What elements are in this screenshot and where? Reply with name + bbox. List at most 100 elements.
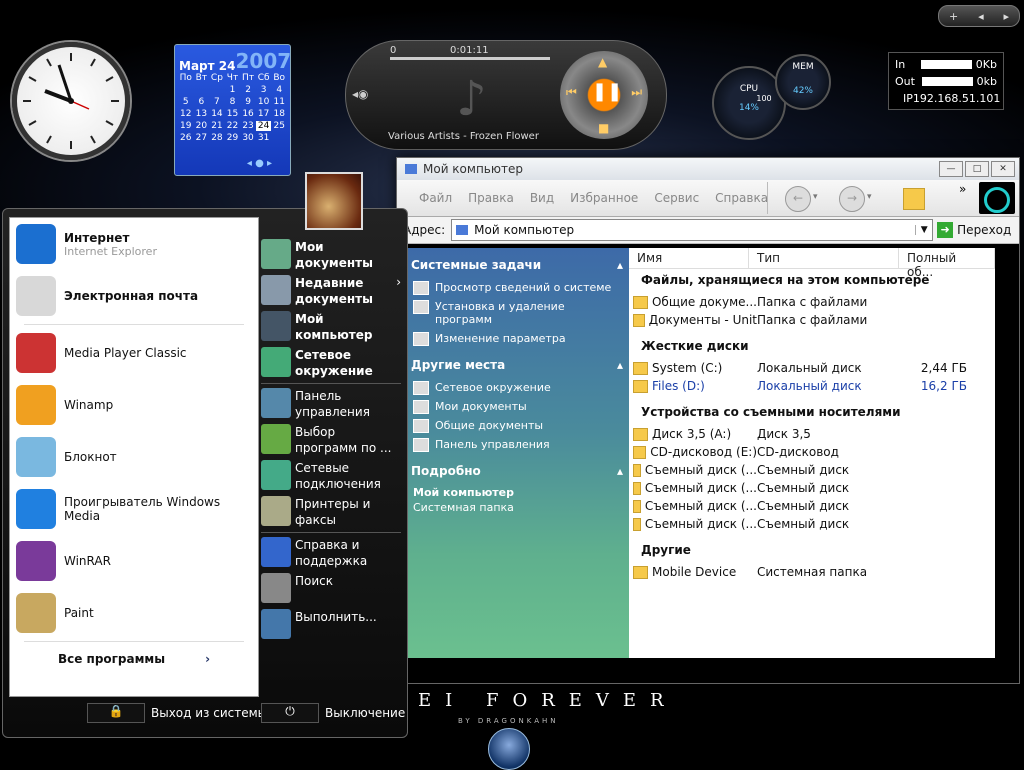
eject-button[interactable]: ▲ [598,55,607,69]
calendar-day-cell[interactable]: 25 [271,121,287,131]
calendar-day-cell[interactable]: 22 [225,121,241,131]
add-gadget-button[interactable]: + [949,10,958,23]
table-row[interactable]: Mobile Device Системная папка [629,563,995,581]
shutdown-button[interactable]: ⏻ Выключение [261,703,405,723]
prev-gadget-button[interactable]: ◂ [978,10,984,23]
table-row[interactable]: Документы - Unit Папка с файлами [629,311,995,329]
table-row[interactable]: System (C:) Локальный диск 2,44 ГБ [629,359,995,377]
pinned-program[interactable]: Интернет Internet Explorer [10,218,258,270]
table-row[interactable]: Files (D:) Локальный диск 16,2 ГБ [629,377,995,395]
back-button[interactable]: ← [785,186,811,212]
calendar-day-cell[interactable]: 11 [271,97,287,107]
volume-icon[interactable]: ◂◉ [352,87,369,101]
calendar-day-cell[interactable]: 17 [256,109,272,119]
stop-button[interactable]: ■ [598,121,609,135]
start-orb-button[interactable] [488,728,530,770]
maximize-button[interactable]: □ [965,161,989,177]
menu-item[interactable]: Избранное [562,191,646,205]
start-place-item[interactable]: Панель управления [261,388,401,424]
details-header[interactable]: Подробно ▴ [405,454,629,484]
recent-program[interactable]: Winamp [10,379,258,431]
start-place-item[interactable]: Принтеры и факсы [261,496,401,532]
other-place-link[interactable]: Общие документы [405,416,629,435]
go-button[interactable]: ➜ Переход [937,222,1011,238]
recent-program[interactable]: Media Player Classic [10,327,258,379]
column-name[interactable]: Имя [629,248,749,268]
menu-item[interactable]: Вид [522,191,562,205]
table-row[interactable]: Съемный диск (... Съемный диск [629,479,995,497]
menu-item[interactable]: Файл [411,191,460,205]
calendar-day-cell[interactable]: 12 [178,109,194,119]
recent-program[interactable]: Paint [10,587,258,639]
calendar-day-cell[interactable]: 10 [256,97,272,107]
calendar-day-cell[interactable]: 16 [240,109,256,119]
forward-dropdown-icon[interactable]: ▾ [867,192,872,202]
column-size[interactable]: Полный об... [899,248,995,279]
menu-item[interactable]: Справка [707,191,776,205]
start-place-item[interactable]: Сетевое окружение [261,347,401,383]
calendar-day-cell[interactable]: 29 [225,133,241,143]
toolbar-overflow[interactable]: » [959,182,966,196]
calendar-day-cell[interactable]: 20 [194,121,210,131]
recent-program[interactable]: WinRAR [10,535,258,587]
table-row[interactable]: Съемный диск (... Съемный диск [629,461,995,479]
back-dropdown-icon[interactable]: ▾ [813,192,818,202]
player-seekbar[interactable] [390,57,550,60]
start-place-item[interactable]: Поиск [261,573,401,609]
calendar-day-cell[interactable]: 28 [209,133,225,143]
forward-button[interactable]: → [839,186,865,212]
system-task-link[interactable]: Изменение параметра [405,329,629,348]
calendar-day-cell[interactable]: 3 [256,85,272,95]
start-place-item[interactable]: Недавние документы › [261,275,401,311]
calendar-day-cell[interactable]: 6 [194,97,210,107]
calendar-day-cell[interactable]: 18 [271,109,287,119]
calendar-day-cell[interactable]: 21 [209,121,225,131]
close-button[interactable]: ✕ [991,161,1015,177]
all-programs-button[interactable]: Все программы › [10,644,258,674]
calendar-day-cell[interactable]: 5 [178,97,194,107]
table-row[interactable]: Съемный диск (... Съемный диск [629,497,995,515]
recent-program[interactable]: Блокнот [10,431,258,483]
window-titlebar[interactable]: Мой компьютер — □ ✕ [397,158,1019,180]
calendar-day-cell[interactable]: 24 [255,121,272,131]
next-gadget-button[interactable]: ▸ [1004,10,1010,23]
start-place-item[interactable]: Справка и поддержка [261,537,401,573]
start-place-item[interactable]: Выполнить... [261,609,401,645]
table-row[interactable]: Съемный диск (... Съемный диск [629,515,995,533]
calendar-day-cell[interactable]: 30 [240,133,256,143]
collapse-icon[interactable]: ▴ [617,258,623,272]
table-row[interactable]: CD-дисковод (E:) CD-дисковод [629,443,995,461]
table-row[interactable]: Общие докуме... Папка с файлами [629,293,995,311]
system-tasks-header[interactable]: Системные задачи ▴ [405,248,629,278]
calendar-day-cell[interactable]: 1 [225,85,241,95]
pause-button[interactable]: ❚❚ [592,81,622,107]
calendar-day-cell[interactable]: 31 [256,133,272,143]
start-place-item[interactable]: Сетевые подключения [261,460,401,496]
system-task-link[interactable]: Установка и удаление программ [405,297,629,329]
calendar-day-cell[interactable]: 8 [225,97,241,107]
calendar-day-cell[interactable]: 19 [178,121,194,131]
calendar-day-cell[interactable]: 26 [178,133,194,143]
calendar-day-cell[interactable]: 14 [209,109,225,119]
other-place-link[interactable]: Панель управления [405,435,629,454]
calendar-nav-dots[interactable]: ◂ ● ▸ [247,158,272,169]
calendar-day-cell[interactable]: 2 [240,85,256,95]
start-place-item[interactable]: Мои документы [261,239,401,275]
start-place-item[interactable]: Мой компьютер [261,311,401,347]
calendar-day-cell[interactable]: 4 [271,85,287,95]
menu-item[interactable]: Сервис [646,191,707,205]
other-place-link[interactable]: Мои документы [405,397,629,416]
address-input[interactable]: Мой компьютер ▼ [451,219,934,241]
pinned-program[interactable]: Электронная почта [10,270,258,322]
calendar-day-cell[interactable]: 15 [225,109,241,119]
calendar-day-cell[interactable]: 7 [209,97,225,107]
other-place-link[interactable]: Сетевое окружение [405,378,629,397]
calendar-day-cell[interactable]: 23 [240,121,256,131]
folders-icon[interactable] [903,188,925,210]
user-picture[interactable] [305,172,363,230]
calendar-day-cell[interactable]: 9 [240,97,256,107]
menu-item[interactable]: Правка [460,191,522,205]
collapse-icon[interactable]: ▴ [617,464,623,478]
calendar-day-cell[interactable]: 13 [194,109,210,119]
start-place-item[interactable]: Выбор программ по ... [261,424,401,460]
